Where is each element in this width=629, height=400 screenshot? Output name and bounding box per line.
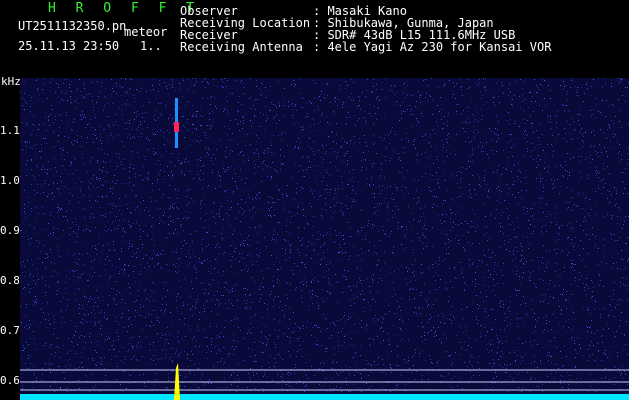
y-tick: 1.1 bbox=[0, 124, 20, 137]
y-tick: 0.9 bbox=[0, 224, 20, 237]
spectrogram bbox=[20, 78, 629, 400]
y-tick: 0.6 bbox=[0, 374, 20, 387]
counter: 1.. bbox=[140, 39, 162, 53]
y-tick: 1.0 bbox=[0, 174, 20, 187]
app-title: H R O F F T bbox=[48, 1, 201, 16]
y-tick: 0.7 bbox=[0, 324, 20, 337]
axis-unit: kHz bbox=[1, 75, 21, 88]
baseline-band bbox=[20, 394, 629, 400]
meteor-echo-head bbox=[174, 122, 179, 132]
info-value-antenna: : 4ele Yagi Az 230 for Kansai VOR bbox=[313, 40, 552, 54]
y-tick: 0.8 bbox=[0, 274, 20, 287]
file-name: UT2511132350.pn bbox=[18, 19, 127, 33]
info-label-antenna: Receiving Antenna bbox=[180, 40, 303, 54]
spectrogram-background bbox=[20, 78, 629, 400]
datetime: 25.11.13 23:50 bbox=[18, 39, 120, 53]
mode-label: meteor bbox=[124, 25, 168, 39]
